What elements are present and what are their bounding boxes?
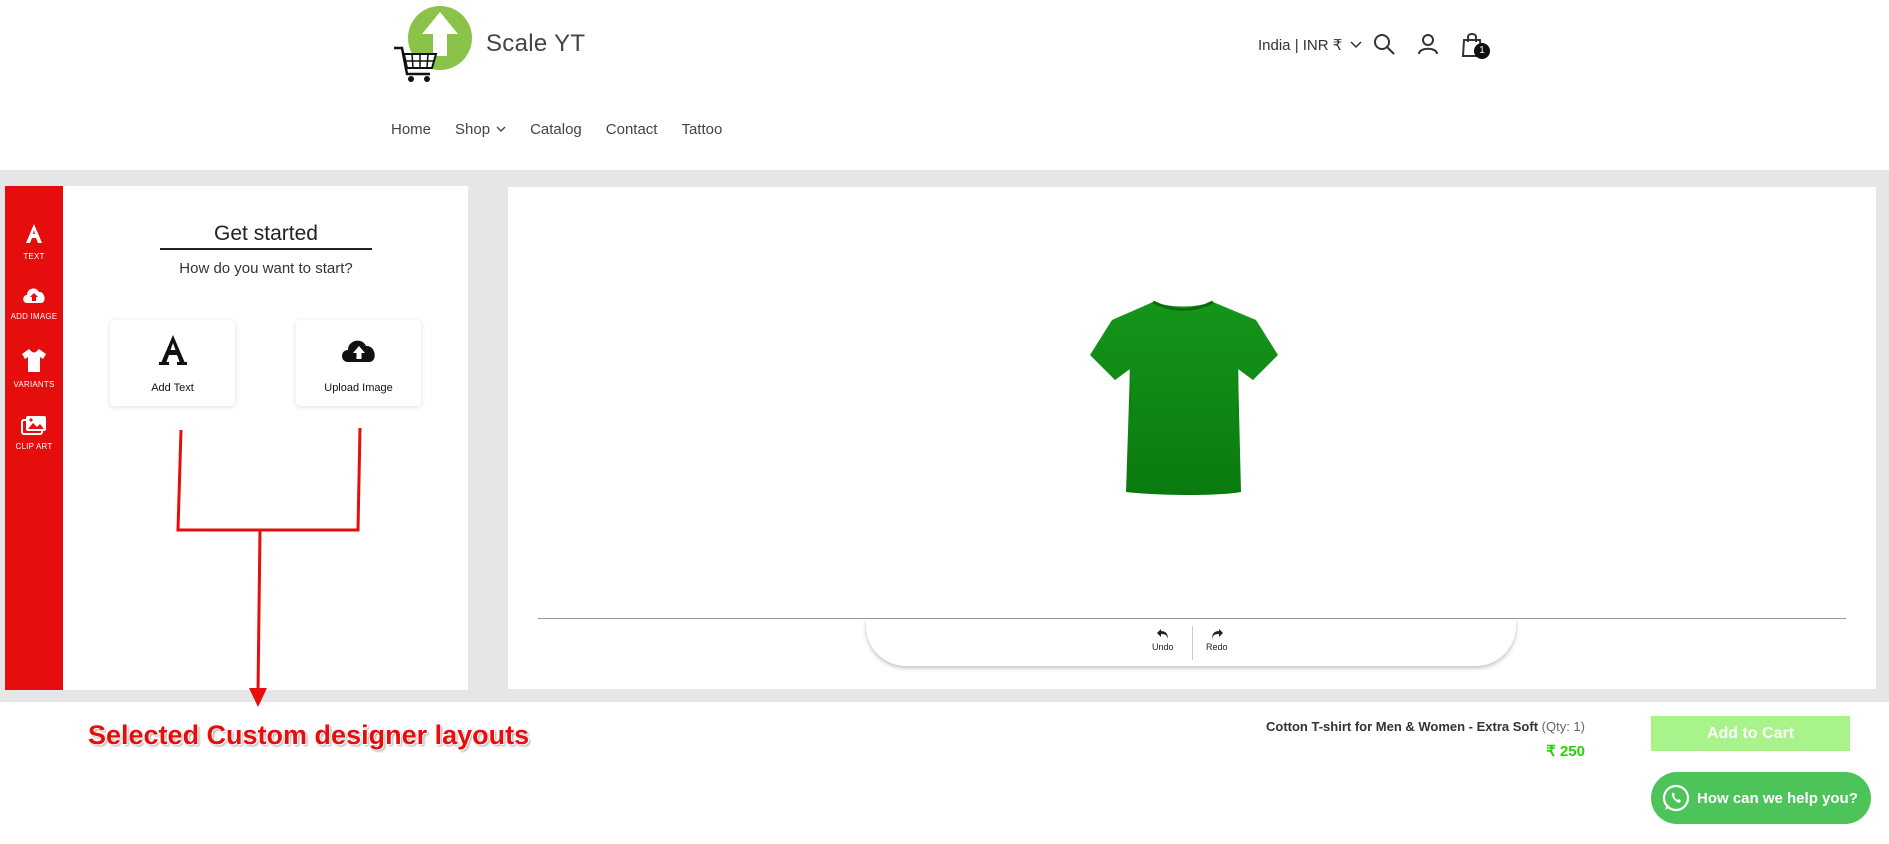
nav-item-contact[interactable]: Contact bbox=[606, 121, 658, 138]
sidebar-item-text[interactable]: TEXT bbox=[5, 223, 63, 261]
history-toolbar bbox=[866, 620, 1516, 666]
option-label: Add Text bbox=[151, 382, 194, 394]
site-header: Scale YT India | INR ₹ 1 Home Shop Catal… bbox=[0, 0, 1889, 170]
search-icon[interactable] bbox=[1372, 32, 1398, 58]
chevron-down-icon bbox=[496, 126, 506, 132]
cloud-upload-icon bbox=[23, 288, 45, 303]
tshirt-icon bbox=[22, 349, 46, 372]
add-text-option[interactable]: Add Text bbox=[110, 320, 235, 406]
option-label: Upload Image bbox=[324, 382, 393, 394]
undo-icon bbox=[1156, 629, 1168, 639]
undo-button[interactable]: Undo bbox=[1152, 628, 1174, 652]
product-name: Cotton T-shirt for Men & Women - Extra S… bbox=[1266, 719, 1585, 734]
locale-label: India | INR ₹ bbox=[1258, 37, 1343, 54]
canvas-divider bbox=[538, 618, 1846, 619]
tshirt-preview[interactable] bbox=[1078, 292, 1318, 532]
cloud-upload-icon bbox=[341, 340, 375, 362]
redo-button[interactable]: Redo bbox=[1206, 628, 1228, 652]
text-icon bbox=[26, 224, 42, 243]
nav-item-home[interactable]: Home bbox=[391, 121, 431, 138]
product-title: Cotton T-shirt for Men & Women - Extra S… bbox=[1266, 719, 1539, 734]
annotation-label: Selected Custom designer layouts bbox=[88, 720, 530, 750]
images-icon bbox=[21, 416, 46, 435]
sidebar-item-label: ADD IMAGE bbox=[10, 312, 58, 321]
product-qty: (Qty: 1) bbox=[1541, 719, 1585, 734]
cart-count-badge: 1 bbox=[1474, 43, 1490, 59]
sidebar-item-label: CLIP ART bbox=[15, 442, 53, 451]
sidebar-item-variants[interactable]: VARIANTS bbox=[5, 347, 63, 389]
nav-item-shop[interactable]: Shop bbox=[455, 121, 506, 138]
brand-name[interactable]: Scale YT bbox=[486, 30, 585, 58]
toolbar-separator bbox=[1192, 626, 1193, 660]
sidebar-item-clip-art[interactable]: CLIP ART bbox=[5, 415, 63, 451]
main-nav: Home Shop Catalog Contact Tattoo bbox=[391, 121, 746, 138]
design-canvas[interactable] bbox=[508, 187, 1876, 689]
panel-subtitle: How do you want to start? bbox=[179, 260, 353, 277]
designer-sidebar: TEXT ADD IMAGE VARIANTS CLIP ART bbox=[5, 186, 63, 690]
nav-item-tattoo[interactable]: Tattoo bbox=[681, 121, 722, 138]
upload-image-option[interactable]: Upload Image bbox=[296, 320, 421, 406]
chevron-down-icon bbox=[1350, 41, 1362, 49]
account-icon[interactable] bbox=[1416, 32, 1442, 58]
nav-item-shop-label: Shop bbox=[455, 121, 491, 138]
nav-item-catalog[interactable]: Catalog bbox=[530, 121, 582, 138]
sidebar-item-add-image[interactable]: ADD IMAGE bbox=[5, 285, 63, 321]
panel-title: Get started bbox=[160, 222, 372, 250]
whatsapp-icon bbox=[1662, 784, 1690, 812]
undo-label: Undo bbox=[1152, 642, 1174, 652]
product-price: ₹ 250 bbox=[1546, 743, 1585, 760]
sidebar-item-label: VARIANTS bbox=[13, 380, 55, 389]
locale-selector[interactable]: India | INR ₹ bbox=[1258, 36, 1362, 54]
text-icon bbox=[158, 335, 187, 365]
whatsapp-help-button[interactable]: How can we help you? bbox=[1651, 772, 1871, 824]
add-to-cart-button[interactable]: Add to Cart bbox=[1651, 716, 1850, 751]
redo-label: Redo bbox=[1206, 642, 1228, 652]
help-label: How can we help you? bbox=[1697, 789, 1858, 807]
sidebar-item-label: TEXT bbox=[23, 252, 45, 261]
redo-icon bbox=[1211, 629, 1223, 639]
